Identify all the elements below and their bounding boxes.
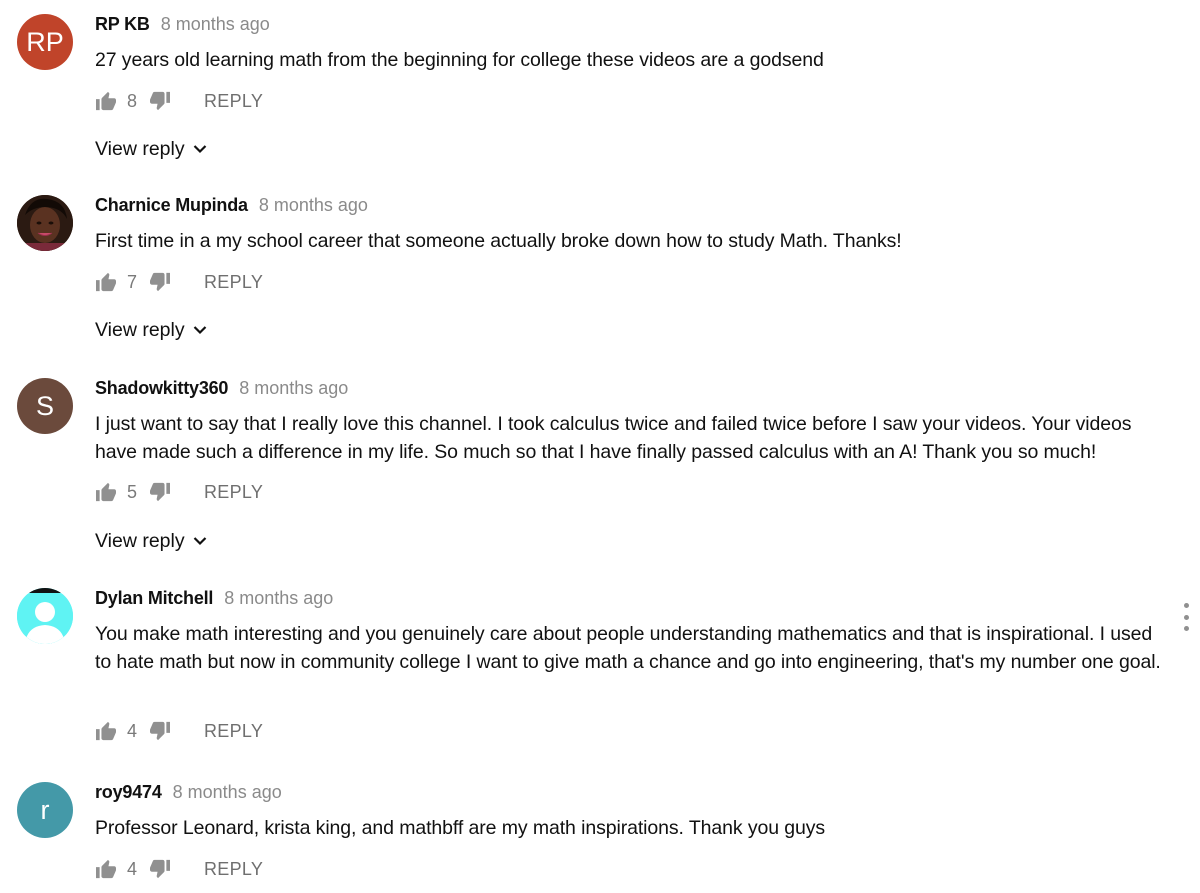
like-count: 7 (127, 271, 138, 292)
chevron-down-icon (193, 536, 207, 546)
avatar[interactable]: r (17, 782, 73, 838)
view-reply-label: View reply (95, 137, 185, 160)
menu-dot (1183, 626, 1189, 631)
view-reply-button[interactable]: View reply (95, 318, 207, 342)
comment-text: I just want to say that I really love th… (95, 413, 1132, 463)
reply-button[interactable]: REPLY (204, 91, 263, 112)
comment-header: Shadowkitty360 8 months ago (95, 378, 348, 402)
chevron-down-icon (193, 144, 207, 154)
thumb-down-icon[interactable] (149, 720, 171, 742)
avatar-initials: r (40, 794, 50, 825)
menu-dot (1183, 614, 1189, 620)
reply-button[interactable]: REPLY (204, 721, 263, 742)
comment-header: roy9474 8 months ago (95, 782, 282, 806)
more-vert-icon[interactable] (1177, 603, 1195, 631)
comment-author[interactable]: Dylan Mitchell (95, 588, 213, 609)
reply-button[interactable]: REPLY (204, 482, 263, 503)
view-reply-button[interactable]: View reply (95, 529, 207, 553)
avatar[interactable] (17, 195, 73, 251)
avatar-photo (17, 195, 73, 251)
comment-text: You make math interesting and you genuin… (95, 623, 1161, 673)
thumb-up-icon[interactable] (95, 720, 117, 742)
thumb-up-icon[interactable] (95, 481, 117, 503)
menu-dot (1183, 603, 1189, 608)
comment-timestamp[interactable]: 8 months ago (259, 195, 368, 216)
comment-actions: 8 REPLY (95, 89, 263, 113)
comment-author[interactable]: Charnice Mupinda (95, 195, 248, 216)
like-count: 8 (127, 90, 138, 111)
like-count: 4 (127, 858, 138, 879)
comment-text: 27 years old learning math from the begi… (95, 49, 824, 71)
comment-actions: 7 REPLY (95, 270, 263, 294)
comment-actions: 4 REPLY (95, 857, 263, 881)
comment-actions: 4 REPLY (95, 719, 263, 743)
comment-text: Professor Leonard, krista king, and math… (95, 817, 826, 839)
reply-button[interactable]: REPLY (204, 859, 263, 880)
comment-header: RP KB 8 months ago (95, 14, 270, 38)
reply-button[interactable]: REPLY (204, 272, 263, 293)
view-reply-button[interactable]: View reply (95, 137, 207, 161)
comment-timestamp[interactable]: 8 months ago (224, 588, 333, 609)
avatar[interactable] (17, 588, 73, 644)
comment-text: First time in a my school career that so… (95, 230, 902, 252)
thumb-up-icon[interactable] (95, 858, 117, 880)
comment-header: Charnice Mupinda 8 months ago (95, 195, 368, 219)
thumb-down-icon[interactable] (149, 271, 171, 293)
thumb-up-icon[interactable] (95, 90, 117, 112)
thumb-down-icon[interactable] (149, 90, 171, 112)
comment-header: Dylan Mitchell 8 months ago (95, 588, 333, 612)
comment-timestamp[interactable]: 8 months ago (173, 782, 282, 803)
view-reply-label: View reply (95, 529, 185, 552)
thumb-down-icon[interactable] (149, 481, 171, 503)
thumb-down-icon[interactable] (149, 858, 171, 880)
view-reply-label: View reply (95, 318, 185, 341)
avatar[interactable]: S (17, 378, 73, 434)
avatar-initials: S (35, 390, 54, 421)
like-count: 5 (127, 481, 138, 502)
comment-author[interactable]: RP KB (95, 14, 150, 35)
like-count: 4 (127, 720, 138, 741)
avatar[interactable]: RP (17, 14, 73, 70)
chevron-down-icon (193, 325, 207, 335)
avatar-initials: RP (26, 26, 64, 57)
comment-timestamp[interactable]: 8 months ago (161, 14, 270, 35)
default-user-icon (17, 588, 73, 644)
comment-author[interactable]: Shadowkitty360 (95, 378, 228, 399)
comment-timestamp[interactable]: 8 months ago (239, 378, 348, 399)
comment-actions: 5 REPLY (95, 480, 263, 504)
comment-author[interactable]: roy9474 (95, 782, 162, 803)
thumb-up-icon[interactable] (95, 271, 117, 293)
